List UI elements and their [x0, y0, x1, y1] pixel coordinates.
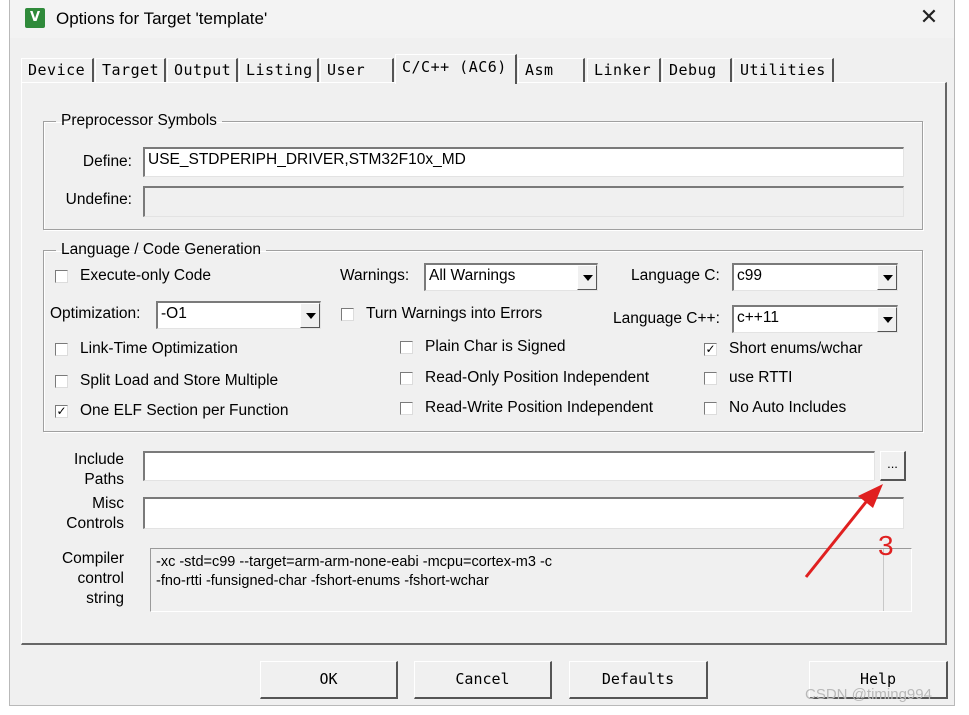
- annotation-arrow-head: [858, 484, 883, 508]
- cancel-button[interactable]: Cancel: [414, 661, 552, 699]
- annotation-arrow-line: [804, 496, 872, 578]
- annotation-number: 3: [878, 530, 894, 561]
- watermark: CSDN @timing994: [805, 686, 932, 703]
- tab-cpp-ac6[interactable]: C/C++ (AC6): [395, 54, 517, 84]
- annotation-arrow-overlay: [804, 484, 883, 578]
- defaults-button[interactable]: Defaults: [569, 661, 708, 699]
- ok-button[interactable]: OK: [260, 661, 398, 699]
